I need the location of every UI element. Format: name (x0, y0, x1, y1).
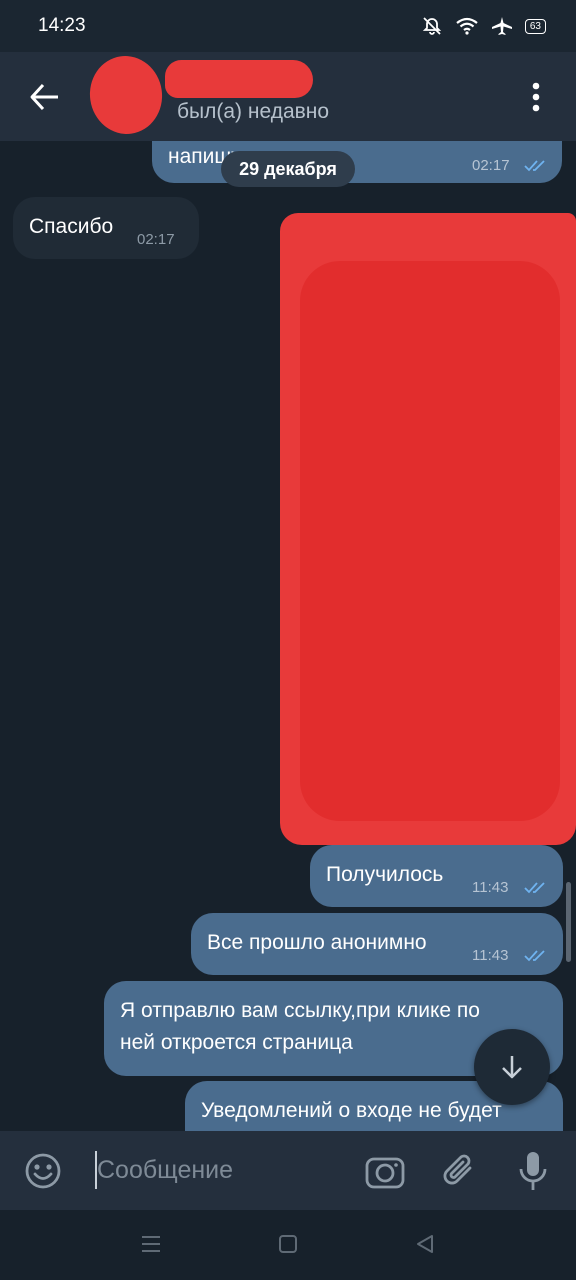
scrollbar[interactable] (566, 882, 571, 962)
back-icon[interactable] (414, 1233, 436, 1255)
contact-name-redacted[interactable] (165, 60, 313, 98)
message-time: 02:17 (472, 157, 510, 174)
message-input[interactable] (97, 1149, 347, 1191)
status-bar: 14:23 63 (0, 0, 576, 52)
wifi-icon (456, 17, 478, 35)
system-nav-bar (0, 1210, 576, 1280)
message-time: 02:17 (137, 231, 175, 248)
message-bubble-outgoing[interactable]: напишу 02:17 (152, 141, 562, 183)
status-time: 14:23 (38, 15, 86, 36)
home-icon[interactable] (278, 1234, 298, 1254)
message-text: Все прошло анонимно (207, 931, 427, 954)
message-bubble-incoming[interactable]: Спасибо 02:17 (13, 197, 199, 259)
message-text: Уведомлений о входе не будет (201, 1099, 502, 1122)
camera-icon[interactable] (364, 1152, 406, 1190)
airplane-icon (491, 17, 512, 35)
message-text: Получилось (326, 863, 444, 886)
emoji-icon[interactable] (24, 1152, 62, 1190)
message-input-bar (0, 1131, 576, 1210)
message-time: 11:43 (472, 947, 509, 964)
date-separator: 29 декабря (221, 151, 355, 187)
message-time: 11:43 (472, 879, 509, 896)
attach-icon[interactable] (442, 1150, 478, 1192)
mic-icon[interactable] (516, 1149, 550, 1193)
back-arrow-icon[interactable] (28, 82, 62, 112)
message-list[interactable]: напишу 02:17 29 декабря Спасибо 02:17 По… (0, 141, 576, 1131)
message-bubble-outgoing[interactable]: Получилось 11:43 (310, 845, 563, 907)
recents-icon[interactable] (140, 1233, 162, 1255)
redacted-content-shading (300, 261, 560, 821)
message-text-line-1: Я отправлю вам ссылку,при клике по (120, 999, 480, 1022)
status-icons: 63 (421, 16, 546, 36)
more-vert-icon[interactable] (522, 80, 550, 114)
message-text-line-2: ней откроется страница (120, 1031, 353, 1054)
message-bubble-outgoing[interactable]: Все прошло анонимно 11:43 (191, 913, 563, 975)
mute-icon (422, 17, 442, 35)
redacted-content-edge (530, 215, 564, 263)
avatar-redacted[interactable] (84, 51, 168, 139)
arrow-down-icon (502, 1056, 522, 1079)
read-ticks-icon (524, 160, 545, 172)
last-seen-status: был(а) недавно (177, 100, 330, 123)
chat-header: был(а) недавно (0, 51, 576, 141)
scroll-down-button[interactable] (474, 1029, 550, 1105)
read-ticks-icon (524, 950, 545, 962)
read-ticks-icon (524, 882, 545, 894)
message-text: Спасибо (29, 215, 114, 238)
battery-icon: 63 (524, 18, 546, 34)
